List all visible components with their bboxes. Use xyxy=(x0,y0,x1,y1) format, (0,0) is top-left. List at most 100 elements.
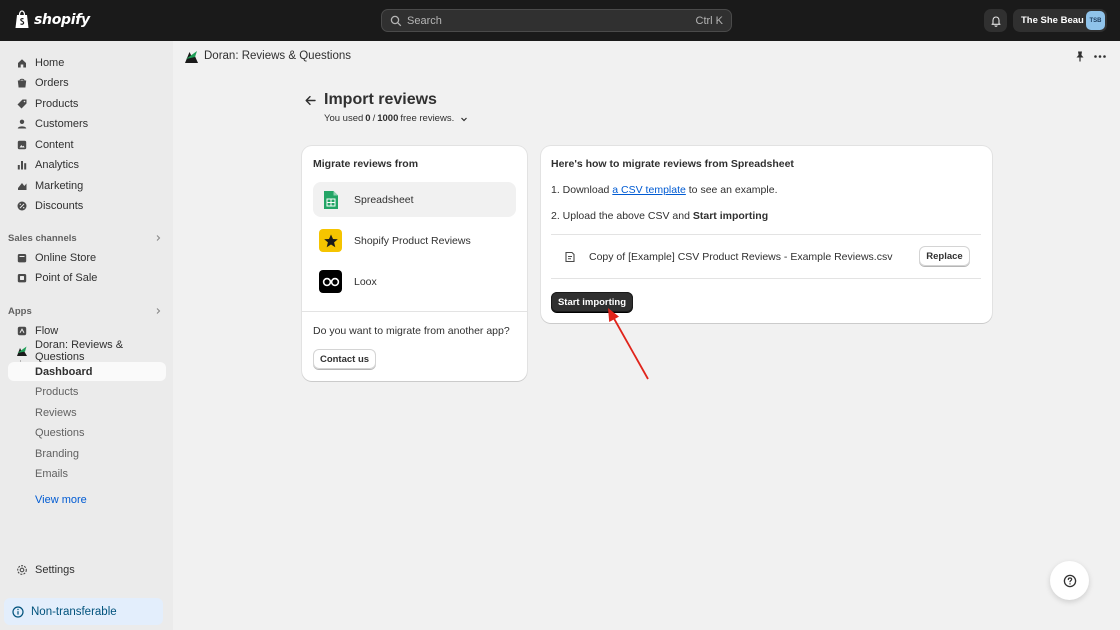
sidebar-item-label: Analytics xyxy=(35,159,80,171)
source-shopify-product-reviews[interactable]: Shopify Product Reviews xyxy=(313,223,516,258)
non-transferable-label: Non-transferable xyxy=(31,605,117,618)
star-icon xyxy=(319,229,342,252)
discounts-icon xyxy=(16,200,28,212)
sidebar-item-flow[interactable]: Flow xyxy=(8,321,166,340)
sidebar-item-online-store[interactable]: Online Store xyxy=(8,248,166,267)
content-icon xyxy=(16,139,28,151)
marketing-icon xyxy=(16,180,28,192)
non-transferable-banner[interactable]: Non-transferable xyxy=(4,598,163,625)
annotation-arrow xyxy=(608,308,649,380)
step-2: 2. Upload the above CSV and Start import… xyxy=(551,210,768,222)
source-label: Spreadsheet xyxy=(354,193,414,206)
sidebar-item-label: Orders xyxy=(35,77,69,89)
search-input[interactable]: Search Ctrl K xyxy=(381,9,732,32)
customers-icon xyxy=(16,118,28,130)
shopify-logo[interactable]: shopify xyxy=(14,10,90,29)
sidebar-item-label: Flow xyxy=(35,324,59,337)
step-2-prefix: 2. Upload the above CSV and xyxy=(551,210,690,222)
doran-icon xyxy=(16,345,28,357)
sidebar-item-customers[interactable]: Customers xyxy=(8,115,166,134)
sidebar-subitem-emails[interactable]: Emails xyxy=(8,465,166,484)
sales-channels-header[interactable]: Sales channels xyxy=(8,230,166,246)
home-icon xyxy=(16,57,28,69)
shopify-wordmark: shopify xyxy=(34,11,90,28)
orders-icon xyxy=(16,77,28,89)
source-spreadsheet[interactable]: Spreadsheet xyxy=(313,182,516,217)
pos-icon xyxy=(16,272,28,284)
settings-icon xyxy=(16,564,28,576)
doran-logo-icon xyxy=(185,51,198,63)
sidebar-subitem-branding[interactable]: Branding xyxy=(8,444,166,463)
more-options-icon[interactable] xyxy=(1093,50,1107,63)
app-title: Doran: Reviews & Questions xyxy=(204,50,352,62)
contact-us-button[interactable]: Contact us xyxy=(313,349,376,369)
usage-separator: / xyxy=(372,113,376,124)
sidebar-subitem-reviews[interactable]: Reviews xyxy=(8,403,166,422)
sidebar-item-analytics[interactable]: Analytics xyxy=(8,156,166,175)
sidebar-subitem-products[interactable]: Products xyxy=(8,383,166,402)
sidebar-item-doran-reviews-questions[interactable]: Doran: Reviews & Questions xyxy=(8,339,166,363)
spreadsheet-icon xyxy=(319,188,342,211)
apps-label: Apps xyxy=(8,305,32,317)
sidebar-item-discounts[interactable]: Discounts xyxy=(8,197,166,216)
apps-header[interactable]: Apps xyxy=(8,303,166,319)
search-icon xyxy=(390,15,402,26)
step-1-suffix: to see an example. xyxy=(688,184,778,196)
sidebar-item-label: Marketing xyxy=(35,179,84,192)
replace-button[interactable]: Replace xyxy=(919,246,970,266)
help-button[interactable] xyxy=(1050,561,1089,600)
shopify-bag-icon xyxy=(15,10,29,28)
uploaded-file-row: Copy of [Example] CSV Product Reviews - … xyxy=(551,234,981,279)
info-icon xyxy=(12,605,24,618)
sidebar-item-label: Doran: Reviews & Questions xyxy=(35,339,124,363)
chevron-right-icon xyxy=(156,308,161,314)
usage-prefix: You used xyxy=(324,113,364,124)
sidebar-item-home[interactable]: Home xyxy=(8,53,166,72)
howto-card-title: Here's how to migrate reviews from Sprea… xyxy=(551,158,794,170)
back-arrow-icon[interactable] xyxy=(304,94,317,107)
online-store-icon xyxy=(16,252,28,264)
sidebar-item-products[interactable]: Products xyxy=(8,94,166,113)
page-title: Import reviews xyxy=(324,91,437,108)
bell-icon xyxy=(990,15,1001,27)
notifications-button[interactable] xyxy=(984,9,1007,32)
top-bar: shopify Search Ctrl K The She Beau TSB xyxy=(0,0,1120,41)
sidebar-item-content[interactable]: Content xyxy=(8,135,166,154)
step-2-action: Start importing xyxy=(692,210,769,222)
sidebar-subitem-dashboard[interactable]: Dashboard xyxy=(8,362,166,381)
howto-card: Here's how to migrate reviews from Sprea… xyxy=(541,146,992,323)
sidebar-item-label: Point of Sale xyxy=(35,272,98,284)
store-name: The She Beau xyxy=(1021,15,1084,26)
pin-icon[interactable] xyxy=(1074,50,1086,63)
sidebar-item-label: Customers xyxy=(35,118,89,130)
source-loox[interactable]: Loox xyxy=(313,264,516,299)
sidebar-subitem-questions[interactable]: Questions xyxy=(8,424,166,443)
sidebar-item-label: Online Store xyxy=(35,251,97,264)
sidebar-item-marketing[interactable]: Marketing xyxy=(8,176,166,195)
loox-icon xyxy=(319,270,342,293)
sidebar-item-settings[interactable]: Settings xyxy=(8,560,166,579)
migrate-card-title: Migrate reviews from xyxy=(313,158,419,170)
migrate-sources-card: Migrate reviews from Spreadsheet Shopify… xyxy=(302,146,527,381)
usage-total: 1000 xyxy=(377,113,399,124)
csv-template-link[interactable]: a CSV template xyxy=(612,184,686,196)
sidebar-item-point-of-sale[interactable]: Point of Sale xyxy=(8,269,166,288)
usage-summary[interactable]: You used 0 / 1000 free reviews. xyxy=(324,113,469,124)
flow-icon xyxy=(16,325,28,337)
sidebar-item-label: Home xyxy=(35,56,65,69)
step-1: 1. Download a CSV template to see an exa… xyxy=(551,184,778,196)
app-header: Doran: Reviews & Questions xyxy=(173,41,1120,73)
sidebar-item-label: Settings xyxy=(35,563,75,576)
file-icon xyxy=(565,251,575,263)
help-icon xyxy=(1063,574,1076,587)
search-shortcut: Ctrl K xyxy=(695,14,724,27)
sidebar-item-orders[interactable]: Orders xyxy=(8,74,166,93)
chevron-down-icon xyxy=(461,117,468,121)
search-placeholder: Search xyxy=(407,14,442,27)
store-menu-button[interactable]: The She Beau TSB xyxy=(1013,9,1107,32)
card-divider xyxy=(302,311,527,312)
step-1-prefix: 1. Download xyxy=(551,184,610,196)
migrate-question: Do you want to migrate from another app? xyxy=(313,325,510,337)
view-more-link[interactable]: View more xyxy=(35,494,87,506)
usage-used: 0 xyxy=(365,113,371,124)
